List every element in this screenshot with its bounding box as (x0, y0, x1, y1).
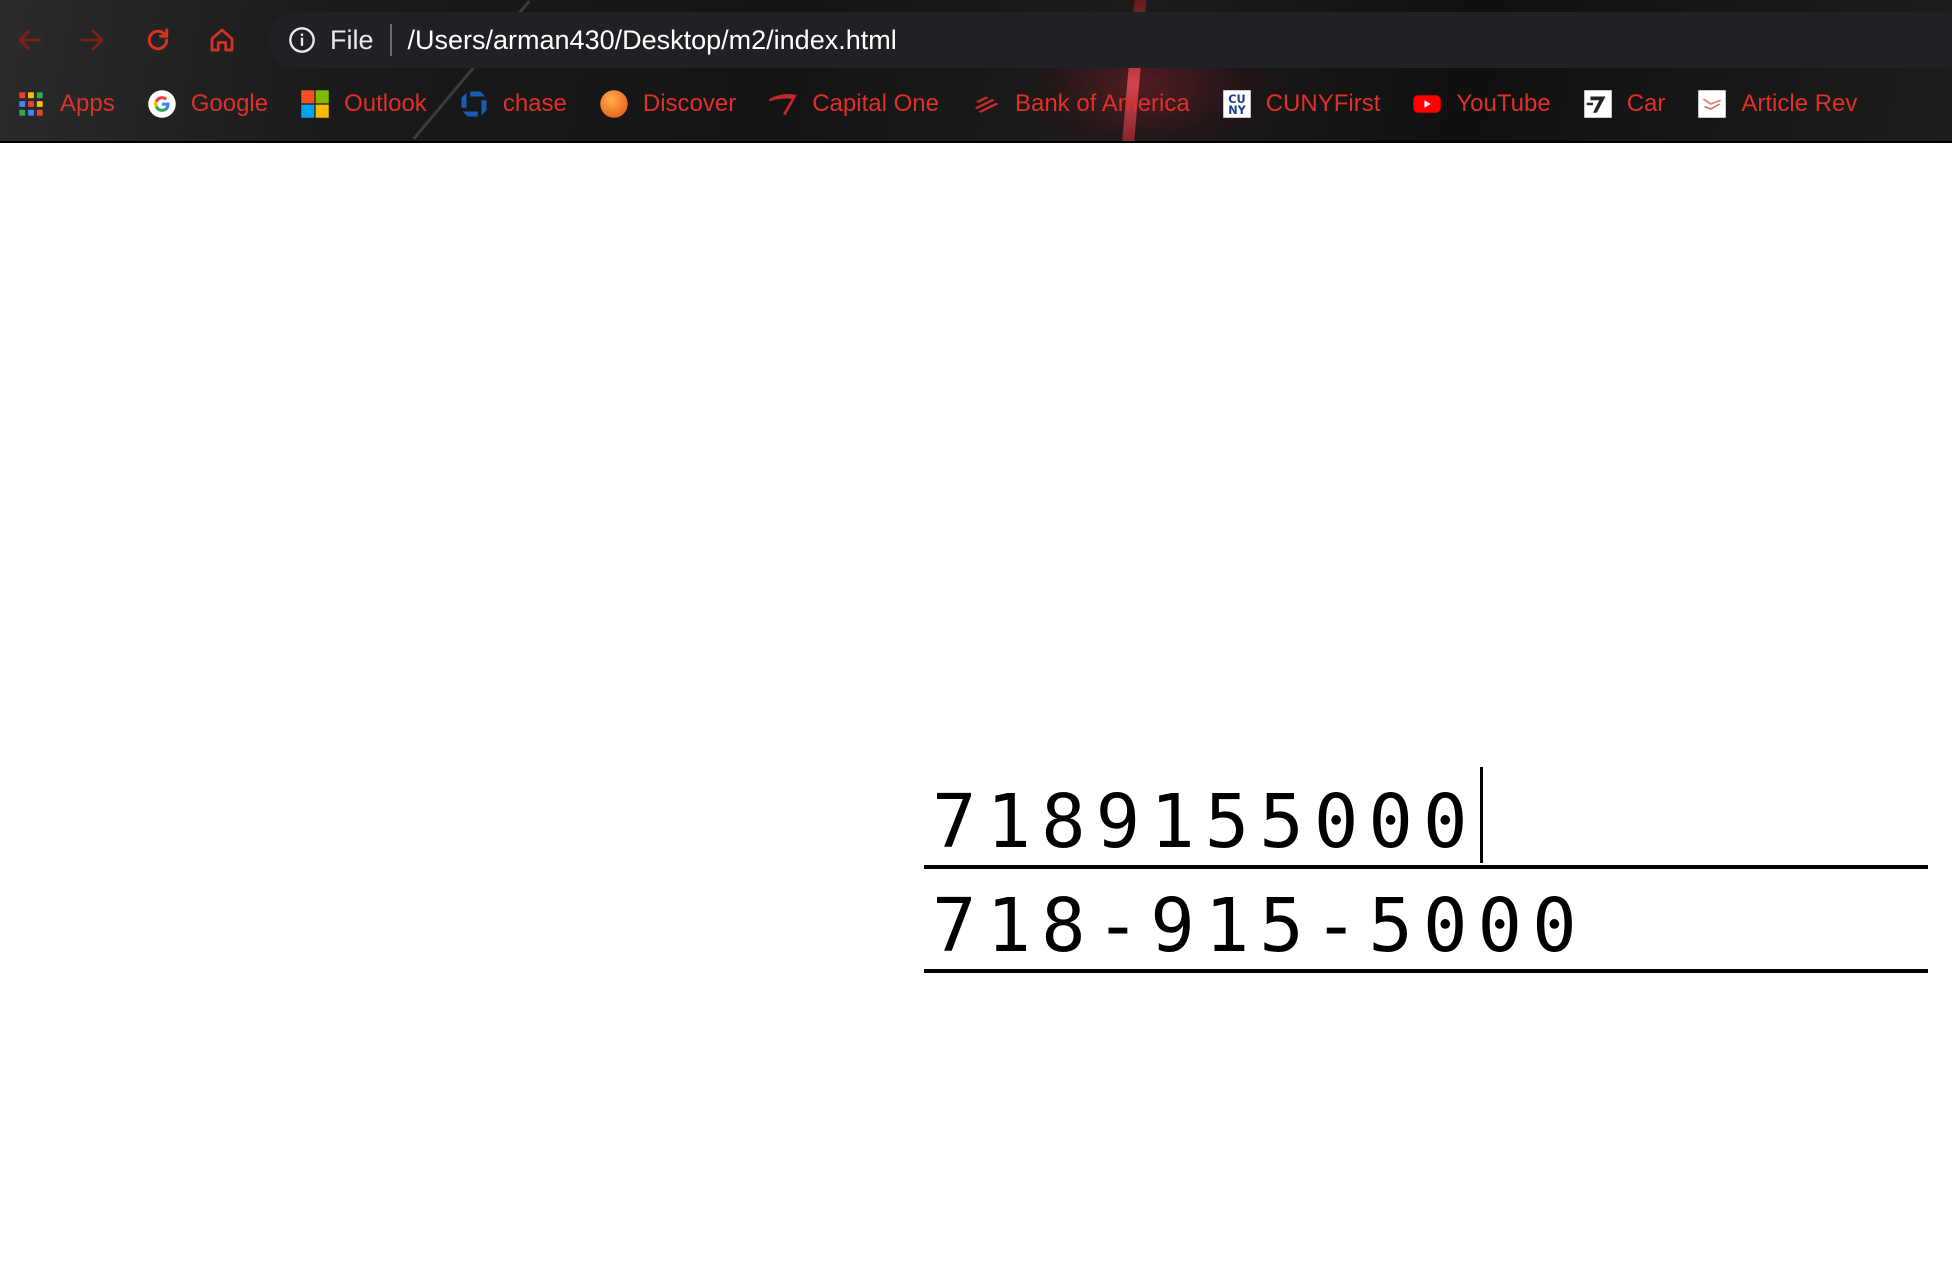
reload-button[interactable] (140, 22, 176, 58)
forward-button[interactable] (74, 22, 110, 58)
discover-icon (599, 89, 629, 119)
cuny-icon: CU NY (1222, 89, 1252, 119)
bookmark-label: Apps (60, 90, 115, 117)
page-content: 7189155000 718-915-5000 (0, 143, 1952, 1278)
chase-icon (459, 89, 489, 119)
address-scheme-label: File (330, 24, 374, 55)
arrow-right-icon (80, 29, 104, 51)
bookmark-label: chase (502, 90, 567, 117)
bookmark-capital-one[interactable]: Capital One (768, 89, 939, 119)
address-url[interactable]: /Users/arman430/Desktop/m2/index.html (408, 25, 897, 56)
home-button[interactable] (204, 22, 240, 58)
microsoft-icon (300, 89, 330, 119)
bookmark-label: Capital One (812, 90, 939, 117)
bookmark-cunyfirst[interactable]: CU NY CUNYFirst (1222, 89, 1381, 119)
bookmark-chase[interactable]: chase (459, 89, 567, 119)
bookmark-outlook[interactable]: Outlook (300, 89, 427, 119)
bookmark-google[interactable]: Google (147, 89, 268, 119)
bookmark-apps[interactable]: Apps (16, 89, 115, 119)
bookmark-label: Google (190, 90, 269, 117)
address-bar[interactable]: File /Users/arman430/Desktop/m2/index.ht… (268, 12, 1952, 68)
bookmark-bank-of-america[interactable]: Bank of America (971, 89, 1190, 119)
apps-grid-icon (16, 89, 46, 119)
article-icon (1697, 89, 1727, 119)
google-icon (147, 89, 177, 119)
bookmark-label: Discover (642, 90, 737, 117)
car-site-icon (1583, 89, 1613, 119)
home-icon (210, 28, 234, 52)
youtube-icon (1412, 89, 1442, 119)
address-separator (389, 24, 392, 56)
svg-text:NY: NY (1228, 104, 1246, 117)
bank-of-america-icon (971, 89, 1001, 119)
bookmark-label: Article Rev (1741, 90, 1858, 117)
browser-chrome: File /Users/arman430/Desktop/m2/index.ht… (0, 0, 1952, 143)
bookmark-car[interactable]: Car (1583, 89, 1666, 119)
bookmark-label: YouTube (1456, 90, 1551, 117)
arrow-left-icon (18, 29, 42, 51)
reload-icon (147, 28, 169, 51)
phone-formatted-value[interactable]: 718-915-5000 (924, 889, 1587, 969)
capital-one-icon (768, 89, 798, 119)
bookmark-label: Outlook (344, 90, 427, 117)
back-button[interactable] (12, 22, 48, 58)
bookmarks-bar: Apps Google Outlook chase Discover Capit… (0, 82, 1952, 126)
bookmark-label: Bank of America (1014, 90, 1190, 117)
bookmark-youtube[interactable]: YouTube (1412, 89, 1551, 119)
bookmark-label: Car (1626, 90, 1666, 117)
phone-input-value[interactable]: 7189155000 (924, 785, 1478, 865)
bookmark-discover[interactable]: Discover (599, 89, 736, 119)
info-icon[interactable] (288, 26, 316, 54)
text-caret (1479, 767, 1483, 863)
phone-formatted-field[interactable]: 718-915-5000 (924, 871, 1928, 973)
bookmark-label: CUNYFirst (1265, 90, 1381, 117)
phone-input-field[interactable]: 7189155000 (924, 767, 1928, 869)
bookmark-article-rev[interactable]: Article Rev (1697, 89, 1857, 119)
